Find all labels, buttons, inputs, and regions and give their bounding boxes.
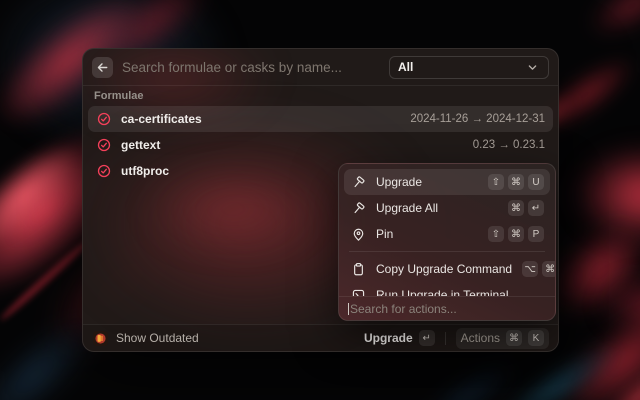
- cmd-keycap: ⌘: [508, 200, 524, 216]
- status-bar: Show Outdated Upgrade ↵ Actions ⌘ K: [83, 324, 558, 351]
- menu-item-label: Upgrade All: [376, 201, 498, 215]
- hammer-icon: [350, 174, 366, 190]
- menu-item-shortcut: ⇧ ⌘ U: [488, 174, 544, 190]
- formula-name: gettext: [121, 138, 464, 152]
- filter-dropdown[interactable]: All: [389, 56, 549, 79]
- menu-separator: [349, 251, 545, 252]
- k-keycap: K: [528, 330, 544, 346]
- back-arrow-icon: [95, 59, 111, 75]
- menu-item-copy-upgrade-command[interactable]: Copy Upgrade Command ⌥ ⌘ C: [344, 256, 550, 282]
- check-circle-icon: [96, 163, 112, 179]
- terminal-icon: [350, 287, 366, 296]
- primary-action-button[interactable]: Upgrade: [364, 331, 413, 345]
- section-header-formulae: Formulae: [94, 90, 144, 102]
- menu-item-label: Run Upgrade in Terminal: [376, 288, 544, 296]
- status-bar-right: Upgrade ↵ Actions ⌘ K: [364, 328, 549, 349]
- menu-item-shortcut: ⌥ ⌘ C: [522, 261, 555, 277]
- formula-version-change: 2024-11-26 → 2024-12-31: [410, 113, 545, 125]
- menu-item-shortcut: ⇧ ⌘ P: [488, 226, 544, 242]
- hammer-icon: [350, 200, 366, 216]
- menu-item-label: Upgrade: [376, 175, 478, 189]
- check-circle-icon: [96, 111, 112, 127]
- option-keycap: ⌥: [522, 261, 538, 277]
- actions-button-label: Actions: [461, 331, 500, 345]
- clipboard-icon: [350, 261, 366, 277]
- cmd-keycap: ⌘: [542, 261, 555, 277]
- formula-name: ca-certificates: [121, 112, 401, 126]
- pin-icon: [350, 226, 366, 242]
- shift-keycap: ⇧: [488, 226, 504, 242]
- actions-search-input[interactable]: [350, 302, 546, 316]
- list-item-ca-certificates[interactable]: ca-certificates 2024-11-26 → 2024-12-31: [88, 106, 553, 132]
- menu-item-pin[interactable]: Pin ⇧ ⌘ P: [344, 221, 550, 247]
- p-keycap: P: [528, 226, 544, 242]
- menu-item-shortcut: ⌘ ↵: [508, 200, 544, 216]
- chevron-down-icon: [524, 59, 540, 75]
- brew-icon: [92, 330, 108, 346]
- menu-item-upgrade[interactable]: Upgrade ⇧ ⌘ U: [344, 169, 550, 195]
- back-button[interactable]: [92, 57, 113, 78]
- menu-item-label: Copy Upgrade Command: [376, 262, 512, 276]
- cmd-keycap: ⌘: [508, 226, 524, 242]
- actions-menu-list: Upgrade ⇧ ⌘ U Upgrade All ⌘ ↵ Pin ⇧: [339, 164, 555, 296]
- actions-button[interactable]: Actions ⌘ K: [456, 328, 549, 349]
- list-item-gettext[interactable]: gettext 0.23 → 0.23.1: [88, 132, 553, 158]
- check-circle-icon: [96, 137, 112, 153]
- search-input[interactable]: [122, 60, 380, 75]
- return-keycap: ↵: [528, 200, 544, 216]
- status-mode-label: Show Outdated: [116, 331, 199, 345]
- filter-dropdown-value: All: [398, 60, 524, 74]
- formula-version-change: 0.23 → 0.23.1: [473, 139, 545, 151]
- actions-menu-search: [339, 296, 555, 320]
- status-bar-left: Show Outdated: [92, 330, 364, 346]
- menu-item-label: Pin: [376, 227, 478, 241]
- menu-item-run-upgrade-in-terminal[interactable]: Run Upgrade in Terminal: [344, 282, 550, 296]
- search-header: All: [83, 49, 558, 86]
- cmd-keycap: ⌘: [508, 174, 524, 190]
- actions-menu-popover: Upgrade ⇧ ⌘ U Upgrade All ⌘ ↵ Pin ⇧: [338, 163, 556, 321]
- statusbar-divider: [445, 332, 446, 345]
- text-cursor: [348, 303, 349, 315]
- cmd-keycap: ⌘: [506, 330, 522, 346]
- return-keycap: ↵: [419, 330, 435, 346]
- u-keycap: U: [528, 174, 544, 190]
- menu-item-upgrade-all[interactable]: Upgrade All ⌘ ↵: [344, 195, 550, 221]
- shift-keycap: ⇧: [488, 174, 504, 190]
